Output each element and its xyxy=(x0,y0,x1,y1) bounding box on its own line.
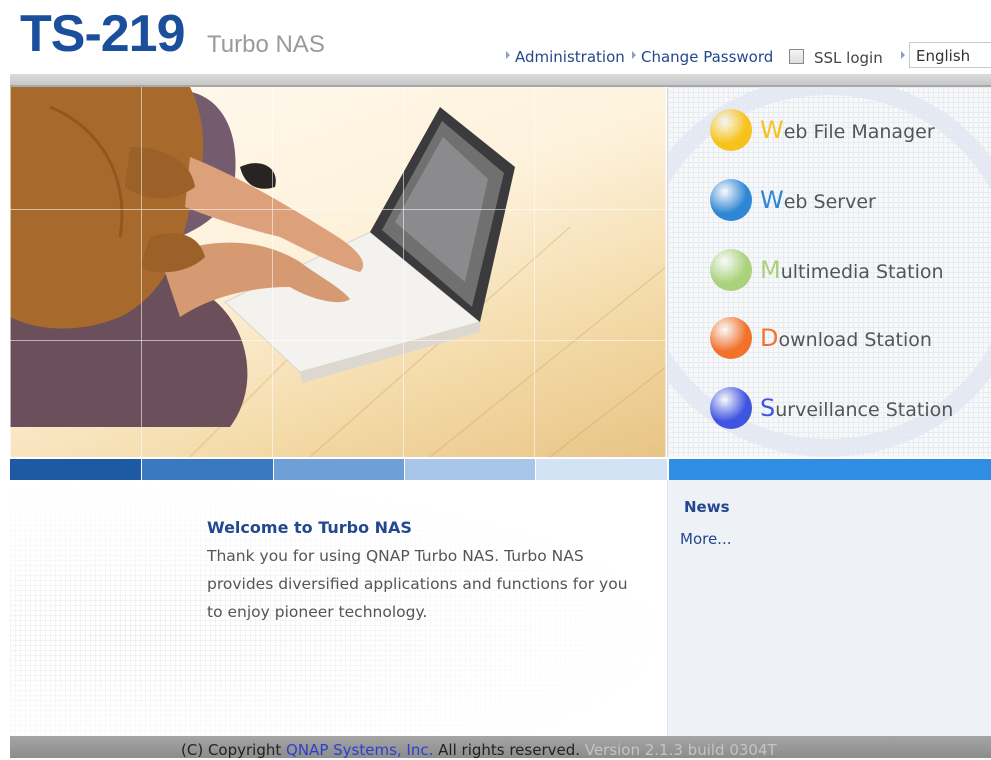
ssl-login-label: SSL login xyxy=(814,49,883,67)
footer-text: (C) Copyright QNAP Systems, Inc. All rig… xyxy=(181,740,777,760)
surveillance-station-label: Surveillance Station xyxy=(760,395,953,423)
hero-photo xyxy=(10,87,666,457)
menu-label-rest: eb File Manager xyxy=(783,121,935,143)
welcome-text-line: provides diversified applications and fu… xyxy=(207,575,628,593)
welcome-text-line: Thank you for using QNAP Turbo NAS. Turb… xyxy=(207,547,584,565)
stripe-segment xyxy=(669,459,991,480)
news-more-link[interactable]: More... xyxy=(680,529,732,549)
menu-label-rest: ultimedia Station xyxy=(780,261,944,283)
header-divider xyxy=(10,74,991,85)
arrow-bullet-icon xyxy=(632,51,636,59)
copyright-text: (C) Copyright xyxy=(181,741,282,759)
language-select[interactable]: English xyxy=(909,42,991,68)
web-file-manager-icon xyxy=(710,109,752,151)
download-station-icon xyxy=(710,317,752,359)
menu-initial: S xyxy=(760,394,776,422)
multimedia-station-icon xyxy=(710,249,752,291)
version-text: Version 2.1.3 build 0304T xyxy=(584,741,777,759)
product-name-logo: Turbo NAS xyxy=(207,31,325,58)
stripe-segment xyxy=(405,459,535,480)
menu-label-rest: ownload Station xyxy=(778,329,932,351)
web-server-icon xyxy=(710,179,752,221)
menu-label-rest: urveillance Station xyxy=(775,399,954,421)
stripe-segment xyxy=(142,459,273,480)
menu-initial: W xyxy=(760,186,784,214)
stripe-segment xyxy=(274,459,404,480)
multimedia-station-label: Multimedia Station xyxy=(760,257,944,285)
stripe-segment xyxy=(536,459,667,480)
stripe-segment xyxy=(10,459,141,480)
product-model-logo: TS-219 xyxy=(20,5,186,63)
ssl-login-checkbox[interactable] xyxy=(789,49,804,64)
menu-label-rest: eb Server xyxy=(783,191,876,213)
company-link[interactable]: QNAP Systems, Inc. xyxy=(286,741,433,759)
color-stripe-bar xyxy=(10,459,991,480)
menu-initial: D xyxy=(760,324,779,352)
welcome-title: Welcome to Turbo NAS xyxy=(207,518,412,537)
hero-grid-overlay xyxy=(10,87,666,457)
download-station-label: Download Station xyxy=(760,325,932,353)
change-password-link[interactable]: Change Password xyxy=(641,47,773,67)
menu-initial: M xyxy=(760,256,781,284)
menu-initial: W xyxy=(760,116,784,144)
web-server-label: Web Server xyxy=(760,187,876,215)
administration-link[interactable]: Administration xyxy=(515,47,625,67)
welcome-text-line: to enjoy pioneer technology. xyxy=(207,603,428,621)
news-title: News xyxy=(684,498,730,516)
surveillance-station-icon xyxy=(710,387,752,429)
web-file-manager-label: Web File Manager xyxy=(760,117,935,145)
rights-text: All rights reserved. xyxy=(438,741,581,759)
application-menu: Web File Manager Web Server Multimedia S… xyxy=(667,87,991,457)
arrow-bullet-icon xyxy=(901,51,905,59)
news-panel xyxy=(667,480,991,736)
arrow-bullet-icon xyxy=(506,51,510,59)
